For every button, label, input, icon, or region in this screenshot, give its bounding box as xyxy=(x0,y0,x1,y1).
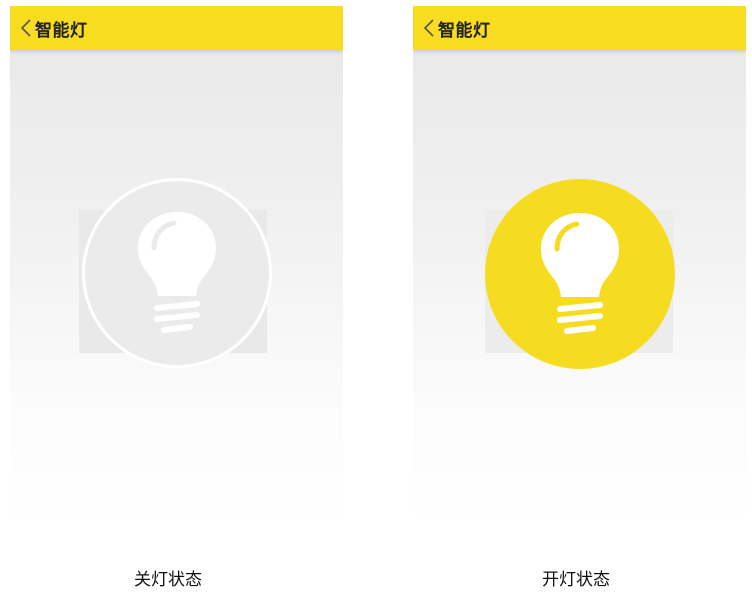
chevron-left-icon xyxy=(20,19,31,37)
light-toggle-button[interactable] xyxy=(82,178,272,368)
page-title: 智能灯 xyxy=(35,20,88,41)
off-state-caption: 关灯状态 xyxy=(134,570,202,590)
light-on-screen: 智能灯 xyxy=(413,6,746,526)
light-bulb-icon xyxy=(138,212,216,333)
header-bar: 智能灯 xyxy=(413,6,746,50)
page-title: 智能灯 xyxy=(438,20,491,41)
light-bulb-icon xyxy=(541,213,619,334)
header-bar: 智能灯 xyxy=(10,6,343,50)
back-button[interactable]: 智能灯 xyxy=(10,6,88,50)
back-button[interactable]: 智能灯 xyxy=(413,6,491,50)
light-off-screen: 智能灯 xyxy=(10,6,343,526)
on-state-caption: 开灯状态 xyxy=(542,570,610,590)
light-toggle-button[interactable] xyxy=(485,179,675,369)
chevron-left-icon xyxy=(423,19,434,37)
